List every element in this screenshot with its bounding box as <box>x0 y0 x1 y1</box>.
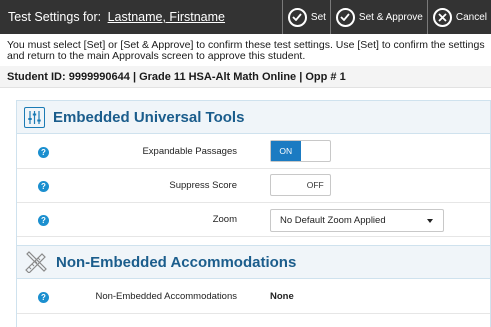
setting-row-expandable-passages: ? Expandable Passages ON <box>17 135 490 169</box>
panel-header: Embedded Universal Tools <box>17 101 490 134</box>
setting-label: Zoom <box>212 214 237 225</box>
setting-row-non-embedded: ? Non-Embedded Accommodations None <box>17 280 490 314</box>
zoom-select[interactable]: No Default Zoom Applied <box>270 209 444 232</box>
help-icon[interactable]: ? <box>38 292 49 303</box>
pencil-ruler-icon <box>24 251 48 273</box>
page-title: Test Settings for: Lastname, Firstname <box>0 10 225 24</box>
panel-title: Non-Embedded Accommodations <box>56 253 297 271</box>
sliders-icon <box>24 106 45 128</box>
set-approve-button[interactable]: Set & Approve <box>329 0 427 34</box>
title-actions: Set Set & Approve Cancel <box>281 0 491 34</box>
panel-title: Embedded Universal Tools <box>53 108 245 126</box>
check-circle-icon <box>287 7 307 27</box>
help-icon[interactable]: ? <box>38 215 49 226</box>
cancel-button-label: Cancel <box>455 11 487 23</box>
zoom-select-value: No Default Zoom Applied <box>280 215 386 226</box>
panel-header: Non-Embedded Accommodations <box>17 246 490 279</box>
set-button-label: Set <box>310 11 326 23</box>
setting-label: Expandable Passages <box>142 146 237 157</box>
setting-label: Suppress Score <box>169 180 237 191</box>
non-embedded-accommodations-panel: Non-Embedded Accommodations ? Non-Embedd… <box>16 245 491 327</box>
toggle-on-segment <box>271 175 301 195</box>
toggle-off-segment <box>301 141 331 161</box>
setting-value: None <box>270 291 294 302</box>
check-circle-icon <box>335 7 355 27</box>
chevron-down-icon <box>427 219 433 223</box>
setting-label: Non-Embedded Accommodations <box>95 291 237 302</box>
student-info-bar: Student ID: 9999990644 | Grade 11 HSA-Al… <box>0 66 491 88</box>
setting-row-zoom: ? Zoom No Default Zoom Applied <box>17 203 490 237</box>
set-approve-button-label: Set & Approve <box>358 11 423 23</box>
set-button[interactable]: Set <box>281 0 330 34</box>
cancel-button[interactable]: Cancel <box>426 0 491 34</box>
help-icon[interactable]: ? <box>38 147 49 158</box>
title-bar: Test Settings for: Lastname, Firstname S… <box>0 0 491 34</box>
student-name-link[interactable]: Lastname, Firstname <box>108 10 225 24</box>
instructions-text: You must select [Set] or [Set & Approve]… <box>7 39 485 62</box>
toggle-off-segment: OFF <box>306 180 324 190</box>
close-circle-icon <box>432 7 452 27</box>
help-icon[interactable]: ? <box>38 181 49 192</box>
toggle-on-segment: ON <box>271 141 301 161</box>
title-prefix: Test Settings for: <box>8 10 102 24</box>
suppress-score-toggle[interactable]: OFF <box>270 174 331 196</box>
setting-row-suppress-score: ? Suppress Score OFF <box>17 169 490 203</box>
expandable-passages-toggle[interactable]: ON <box>270 140 331 162</box>
